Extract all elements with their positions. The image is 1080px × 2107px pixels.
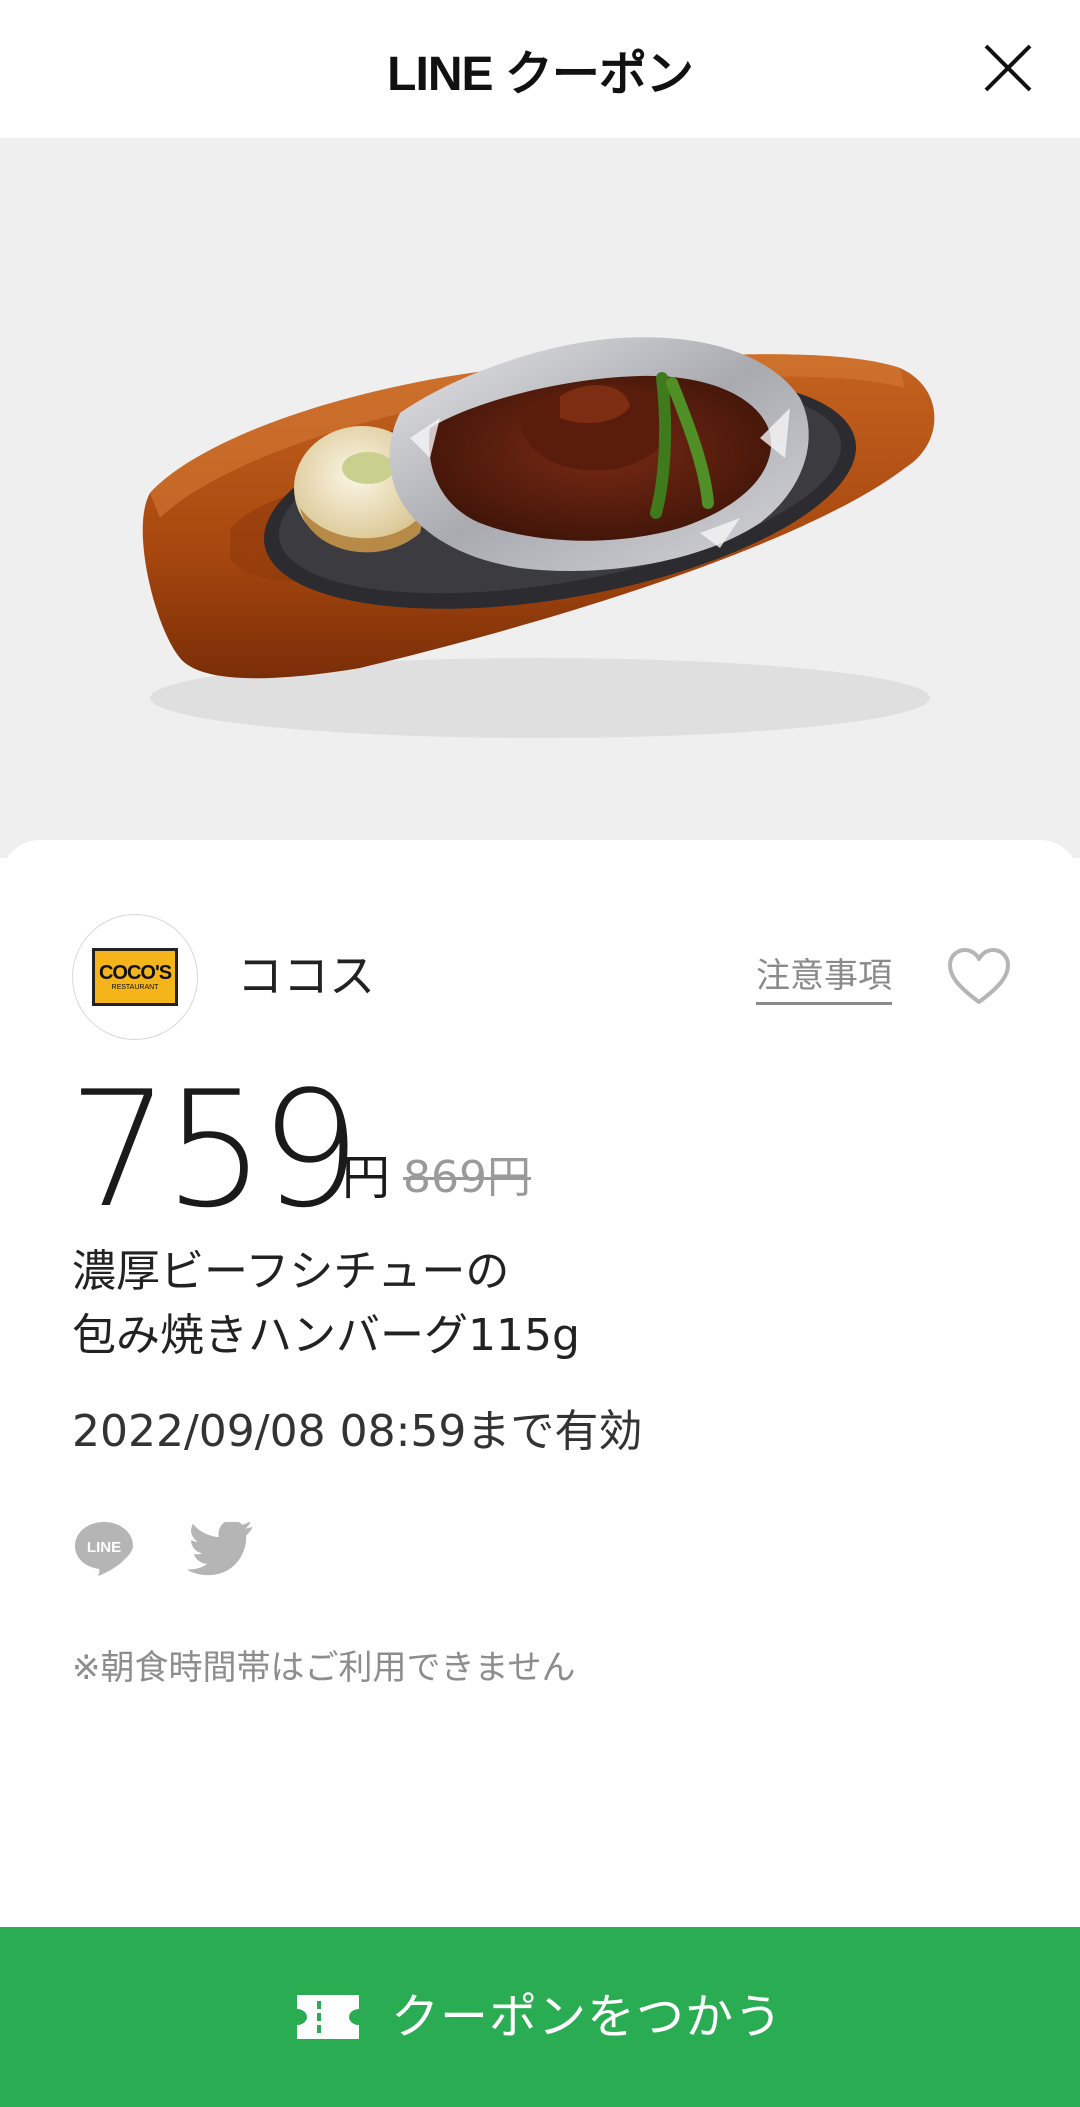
- svg-text:LINE: LINE: [87, 1539, 121, 1556]
- discount-price: 759: [68, 1056, 361, 1243]
- close-icon[interactable]: [976, 36, 1040, 100]
- use-coupon-button[interactable]: クーポンをつかう: [0, 1927, 1080, 2107]
- validity-period: 2022/09/08 08:59まで有効: [72, 1406, 643, 1457]
- page-title: LINE クーポン: [387, 48, 694, 101]
- heart-icon[interactable]: [946, 947, 1012, 1007]
- ticket-icon: [296, 1995, 359, 2039]
- store-logo: COCO'S RESTAURANT: [72, 914, 198, 1040]
- logo-subtext: RESTAURANT: [111, 983, 159, 991]
- header-bar: LINE クーポン: [0, 0, 1080, 138]
- use-coupon-label: クーポンをつかう: [390, 1989, 783, 2045]
- price-unit: 円: [342, 1150, 391, 1206]
- hamburg-steak-illustration: [142, 337, 935, 738]
- cocos-logo-badge: COCO'S RESTAURANT: [92, 948, 178, 1006]
- twitter-icon[interactable]: [188, 1522, 254, 1578]
- notice-link[interactable]: 注意事項: [756, 952, 892, 1005]
- coupon-title-line1: 濃厚ビーフシチューの: [72, 1246, 510, 1297]
- coupon-title-line2: 包み焼きハンバーグ115g: [72, 1310, 580, 1361]
- store-name: ココス: [237, 949, 375, 1003]
- line-share-icon[interactable]: LINE: [72, 1518, 136, 1578]
- usage-note: ※朝食時間帯はご利用できません: [72, 1648, 576, 1688]
- logo-text: COCO'S: [98, 961, 172, 984]
- original-price: 869円: [403, 1152, 531, 1203]
- coupon-product-image: [0, 138, 1080, 858]
